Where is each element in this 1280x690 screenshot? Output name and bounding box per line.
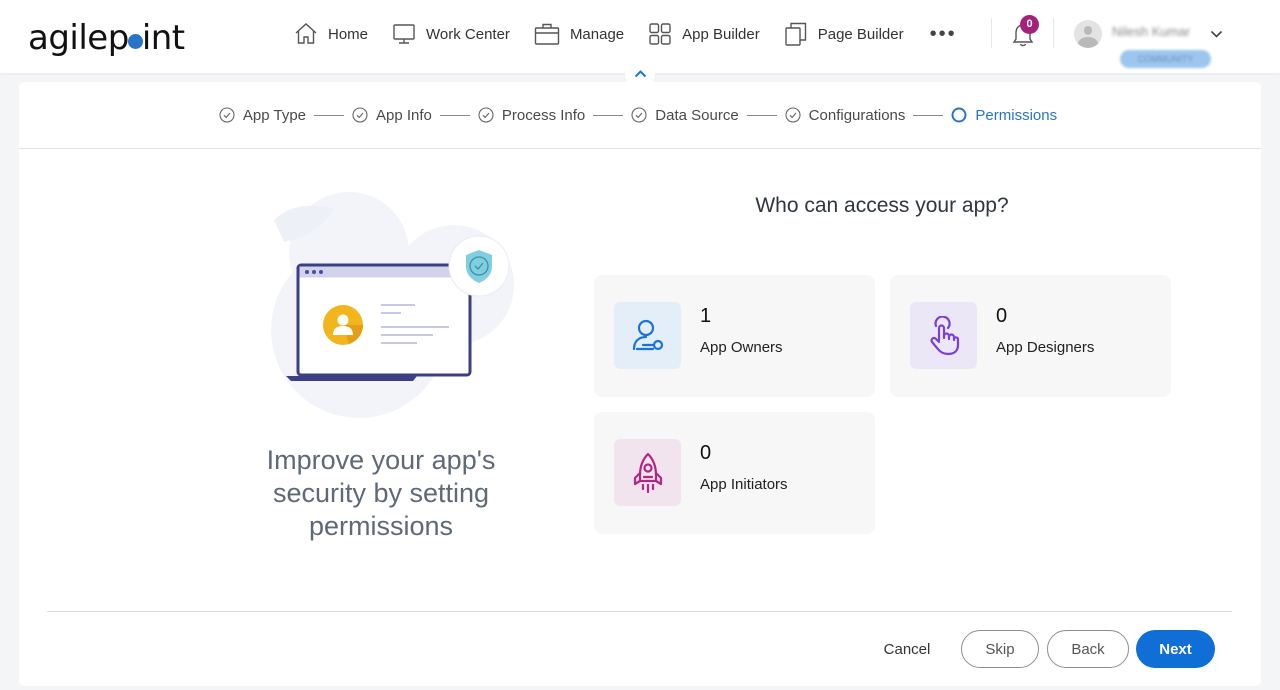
app-owners-count: 1 bbox=[700, 305, 712, 327]
app-designers-card[interactable]: 0 App Designers bbox=[890, 275, 1171, 397]
step-connector bbox=[746, 114, 777, 116]
avatar[interactable] bbox=[1074, 20, 1102, 48]
step-process-info[interactable]: Process Info bbox=[478, 107, 585, 124]
step-app-type[interactable]: App Type bbox=[219, 107, 306, 124]
app-designers-count: 0 bbox=[996, 305, 1008, 327]
step-connector bbox=[913, 114, 944, 116]
check-circle-icon bbox=[352, 107, 368, 123]
divider bbox=[991, 18, 992, 48]
step-connector bbox=[314, 114, 345, 116]
app-owners-icon-tile bbox=[614, 302, 681, 369]
nav-page-builder[interactable]: Page Builder bbox=[784, 22, 904, 46]
wizard-stepper: App Type App Info Process Info Data Sour… bbox=[19, 82, 1261, 149]
nav-manage[interactable]: Manage bbox=[534, 22, 624, 46]
footer-divider bbox=[47, 611, 1232, 612]
main-nav: Home Work Center Manage App Builder Page… bbox=[294, 22, 981, 46]
circle-icon bbox=[951, 107, 967, 123]
step-permissions[interactable]: Permissions bbox=[951, 107, 1057, 124]
user-key-icon bbox=[632, 319, 663, 350]
check-circle-icon bbox=[631, 107, 647, 123]
divider bbox=[1053, 18, 1054, 48]
app-initiators-count: 0 bbox=[700, 442, 712, 464]
agilepoint-logo[interactable]: agilep int bbox=[28, 18, 185, 58]
step-configurations[interactable]: Configurations bbox=[785, 107, 905, 124]
rocket-icon bbox=[633, 452, 662, 493]
chevron-up-icon bbox=[634, 70, 646, 78]
more-menu-button[interactable]: ••• bbox=[930, 23, 957, 46]
section-heading: Who can access your app? bbox=[755, 194, 1009, 217]
chevron-down-icon[interactable] bbox=[1210, 26, 1223, 44]
security-illustration bbox=[271, 192, 514, 418]
briefcase-icon bbox=[534, 23, 560, 45]
wizard-card: App Type App Info Process Info Data Sour… bbox=[19, 82, 1261, 686]
copy-icon bbox=[785, 22, 806, 46]
check-circle-icon bbox=[785, 107, 801, 123]
step-app-info[interactable]: App Info bbox=[352, 107, 432, 124]
step-connector bbox=[593, 114, 624, 116]
back-button[interactable]: Back bbox=[1047, 630, 1129, 668]
permissions-tagline: Improve your app's security by setting p… bbox=[266, 445, 496, 541]
skip-button[interactable]: Skip bbox=[961, 630, 1039, 668]
app-designers-label: App Designers bbox=[996, 339, 1095, 356]
cancel-button[interactable]: Cancel bbox=[873, 630, 941, 668]
home-icon bbox=[295, 23, 317, 44]
next-button[interactable]: Next bbox=[1136, 630, 1215, 668]
step-data-source[interactable]: Data Source bbox=[631, 107, 739, 124]
grid-icon bbox=[649, 23, 671, 45]
logo-dot bbox=[127, 34, 143, 49]
app-initiators-card[interactable]: 0 App Initiators bbox=[594, 412, 875, 534]
nav-work-center[interactable]: Work Center bbox=[392, 22, 510, 46]
user-name[interactable]: Nilesh Kumar bbox=[1112, 24, 1190, 39]
check-circle-icon bbox=[478, 107, 494, 123]
check-circle-icon bbox=[219, 107, 235, 123]
monitor-icon bbox=[393, 24, 415, 44]
nav-home[interactable]: Home bbox=[294, 22, 368, 46]
app-owners-label: App Owners bbox=[700, 339, 783, 356]
notification-badge: 0 bbox=[1020, 15, 1039, 34]
app-initiators-icon-tile bbox=[614, 439, 681, 506]
nav-app-builder[interactable]: App Builder bbox=[648, 22, 760, 46]
hand-pointer-icon bbox=[929, 315, 959, 355]
license-badge: COMMUNITY bbox=[1120, 50, 1211, 68]
app-initiators-label: App Initiators bbox=[700, 476, 788, 493]
step-connector bbox=[439, 114, 470, 116]
app-owners-card[interactable]: 1 App Owners bbox=[594, 275, 875, 397]
app-designers-icon-tile bbox=[910, 302, 977, 369]
